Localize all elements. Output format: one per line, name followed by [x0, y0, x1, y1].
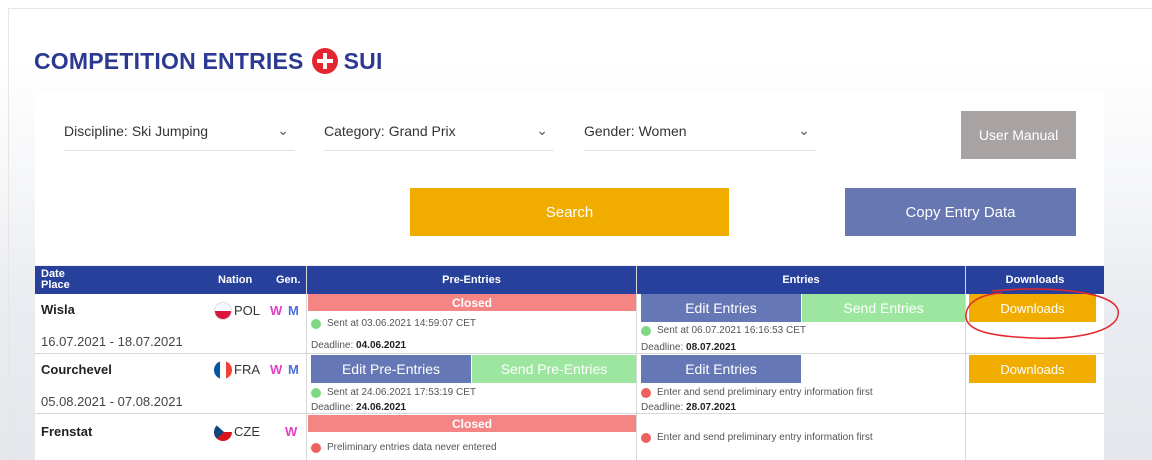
- edit-entries-button[interactable]: Edit Entries: [641, 294, 801, 322]
- pre-entries-deadline: Deadline: 04.06.2021: [311, 340, 406, 351]
- send-pre-entries-button[interactable]: Send Pre-Entries: [472, 355, 636, 383]
- chevron-down-icon: ⌄: [536, 122, 548, 138]
- category-select[interactable]: Category: Grand Prix ⌄: [324, 112, 554, 151]
- row-divider: [35, 353, 1104, 354]
- deadline-label: Deadline:: [641, 402, 684, 413]
- nation-code: CZE: [234, 424, 260, 439]
- entries-table: Date Place Nation Gen. Pre-Entries Entri…: [35, 266, 1104, 460]
- pre-entries-header: Pre-Entries: [442, 274, 501, 286]
- deadline-label: Deadline:: [311, 340, 354, 351]
- deadline-date: 08.07.2021: [686, 342, 737, 353]
- entries-message: Enter and send preliminary entry informa…: [657, 387, 873, 398]
- pre-entries-sent-text: Sent at 03.06.2021 14:59:07 CET: [327, 318, 476, 329]
- status-warning-icon: [311, 442, 321, 453]
- status-warning-icon: [641, 387, 651, 398]
- downloads-button[interactable]: Downloads: [969, 355, 1096, 383]
- gender-men-link[interactable]: M: [288, 303, 299, 318]
- entries-status: Sent at 06.07.2021 16:16:53 CET: [641, 325, 806, 336]
- column-divider: [965, 266, 966, 460]
- event-dates: 16.07.2021 - 18.07.2021: [41, 334, 183, 349]
- pre-entries-sent-text: Sent at 24.06.2021 17:53:19 CET: [327, 387, 476, 398]
- nation-code: POL: [234, 303, 261, 318]
- deadline-date: 28.07.2021: [686, 402, 737, 413]
- place-header: Place: [41, 279, 70, 291]
- gender-men-link[interactable]: M: [288, 362, 299, 377]
- discipline-label: Discipline:: [64, 123, 128, 139]
- entries-header: Entries: [782, 274, 820, 286]
- deadline-label: Deadline:: [311, 402, 354, 413]
- deadline-label: Deadline:: [641, 342, 684, 353]
- event-place: Wisla: [41, 302, 75, 317]
- downloads-button[interactable]: Downloads: [969, 294, 1096, 322]
- edit-pre-entries-button[interactable]: Edit Pre-Entries: [311, 355, 471, 383]
- table-header: Date Place Nation Gen. Pre-Entries Entri…: [35, 266, 1104, 294]
- czech-flag-icon: [214, 423, 232, 441]
- status-warning-icon: [641, 432, 651, 443]
- entries-sent-text: Sent at 06.07.2021 16:16:53 CET: [657, 325, 806, 336]
- pre-entries-deadline: Deadline: 24.06.2021: [311, 402, 406, 413]
- chevron-down-icon: ⌄: [798, 122, 810, 138]
- user-manual-button[interactable]: User Manual: [961, 111, 1076, 159]
- pre-entries-message: Preliminary entries data never entered: [327, 442, 497, 453]
- row-divider: [35, 413, 1104, 414]
- deadline-date: 24.06.2021: [356, 402, 407, 413]
- send-entries-button[interactable]: Send Entries: [802, 294, 965, 322]
- swiss-flag-icon: [311, 48, 338, 74]
- gender-women-link[interactable]: W: [285, 424, 297, 439]
- entries-status: Enter and send preliminary entry informa…: [641, 432, 873, 443]
- france-flag-icon: [214, 361, 232, 379]
- edit-entries-button[interactable]: Edit Entries: [641, 355, 801, 383]
- copy-entry-data-button[interactable]: Copy Entry Data: [845, 188, 1076, 236]
- pre-entries-status: Sent at 03.06.2021 14:59:07 CET: [311, 318, 476, 329]
- gender-label: Gender:: [584, 123, 635, 139]
- discipline-select[interactable]: Discipline: Ski Jumping ⌄: [64, 112, 295, 151]
- entries-deadline: Deadline: 08.07.2021: [641, 342, 736, 353]
- search-button[interactable]: Search: [410, 188, 729, 236]
- chevron-down-icon: ⌄: [277, 122, 289, 138]
- event-place: Courchevel: [41, 362, 112, 377]
- page-title: COMPETITION ENTRIES SUI: [34, 44, 383, 78]
- entries-message: Enter and send preliminary entry informa…: [657, 432, 873, 443]
- downloads-header: Downloads: [1005, 274, 1065, 286]
- entries-status: Enter and send preliminary entry informa…: [641, 387, 873, 398]
- entries-deadline: Deadline: 28.07.2021: [641, 402, 736, 413]
- frame-border-left: [8, 8, 9, 460]
- column-divider: [636, 266, 637, 460]
- gender-value: Women: [638, 123, 687, 139]
- deadline-date: 04.06.2021: [356, 340, 407, 351]
- nation-code: FRA: [234, 362, 260, 377]
- pre-entries-closed-badge: Closed: [308, 294, 636, 311]
- gender-women-link[interactable]: W: [270, 303, 282, 318]
- gender-women-link[interactable]: W: [270, 362, 282, 377]
- gender-select[interactable]: Gender: Women ⌄: [584, 112, 816, 151]
- pre-entries-status: Preliminary entries data never entered: [311, 442, 497, 453]
- pre-entries-closed-badge: Closed: [308, 415, 636, 432]
- discipline-value: Ski Jumping: [131, 123, 209, 139]
- gender-header: Gen.: [276, 274, 301, 286]
- pre-entries-status: Sent at 24.06.2021 17:53:19 CET: [311, 387, 476, 398]
- page-title-text: COMPETITION ENTRIES: [34, 47, 304, 74]
- category-value: Grand Prix: [388, 123, 456, 139]
- status-ok-icon: [311, 387, 321, 398]
- column-divider: [306, 266, 307, 460]
- status-ok-icon: [311, 318, 321, 329]
- date-place-header: Date Place: [41, 266, 70, 294]
- frame-border-top: [8, 8, 1152, 9]
- nation-header: Nation: [218, 274, 253, 286]
- event-dates: 05.08.2021 - 07.08.2021: [41, 394, 183, 409]
- poland-flag-icon: [214, 302, 232, 320]
- nation-code: SUI: [343, 47, 383, 74]
- status-ok-icon: [641, 325, 651, 336]
- event-place: Frenstat: [41, 424, 93, 439]
- category-label: Category:: [324, 123, 385, 139]
